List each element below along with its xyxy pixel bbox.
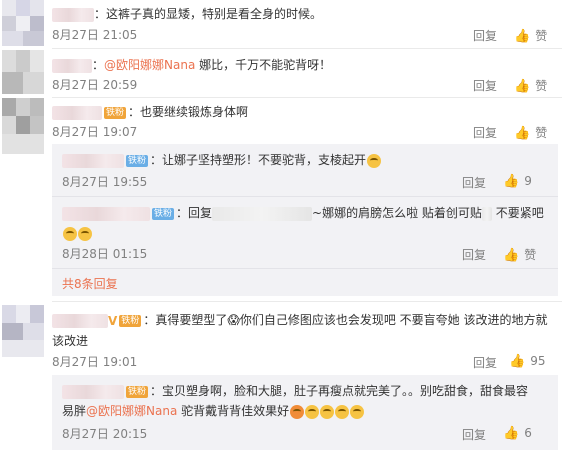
reply-button[interactable]: 回复 — [462, 426, 486, 443]
thumbs-up-icon: 👍 — [514, 126, 531, 141]
username-redacted[interactable] — [62, 384, 124, 399]
username-redacted[interactable] — [52, 105, 102, 120]
like-button[interactable]: 👍 赞 — [514, 124, 547, 141]
thumbs-up-icon: 👍 — [509, 354, 526, 369]
username-redacted[interactable] — [62, 206, 150, 221]
divider — [52, 301, 562, 302]
fan-badge[interactable]: 铁粉 — [104, 106, 127, 119]
smile-emoji-icon — [350, 404, 365, 419]
comment-text: V 铁粉 ：真得要塑型了😱你们自己修图应该也会发现吧 不要盲夸她 该改进的地方就 — [52, 311, 547, 330]
reply-text: 铁粉 ：让娜子坚持塑形！不要驼背，支棱起开 — [62, 151, 382, 169]
avatar[interactable] — [2, 0, 44, 46]
reply-button[interactable]: 回复 — [473, 354, 497, 371]
like-button[interactable]: 👍 赞 — [503, 246, 536, 263]
smile-emoji-icon — [305, 404, 320, 419]
thumbs-up-icon: 👍 — [503, 426, 520, 441]
comment-time: 8月27日 19:01 — [52, 355, 138, 369]
reply-thread: 铁粉 ：宝贝塑身啊，脸和大腿，肚子再瘦点就完美了。。别吃甜食，甜食最容 易胖@欧阳… — [52, 375, 558, 450]
comment-time: 8月27日 20:59 — [52, 78, 138, 92]
comment-time: 8月27日 21:05 — [52, 28, 138, 42]
divider — [52, 97, 562, 98]
reply-time: 8月28日 01:15 — [62, 247, 148, 261]
reply-text: 铁粉 ：回复 ~娜娜的肩膀怎么啦 贴着创可贴 不要紧吧 — [62, 204, 544, 222]
username-redacted[interactable] — [62, 153, 124, 168]
reply-button[interactable]: 回复 — [473, 27, 497, 44]
reply-text: 铁粉 ：宝贝塑身啊，脸和大腿，肚子再瘦点就完美了。。别吃甜食，甜食最容 — [62, 382, 528, 400]
like-button[interactable]: 👍 95 — [509, 354, 545, 369]
smile-emoji-icon — [367, 153, 382, 168]
reply-button[interactable]: 回复 — [462, 246, 486, 263]
fan-badge[interactable]: 铁粉 — [119, 314, 142, 327]
emoji-line — [62, 224, 92, 242]
laughing-emoji-icon — [290, 404, 305, 419]
smile-emoji-icon — [320, 404, 335, 419]
reply-button[interactable]: 回复 — [473, 77, 497, 94]
like-button[interactable]: 👍 赞 — [514, 27, 547, 44]
comment-text: ：这裤子真的显矮，特别是看全身的时候。 — [52, 5, 322, 23]
thumbs-up-icon: 👍 — [503, 174, 520, 189]
username-redacted[interactable] — [212, 206, 313, 221]
like-button[interactable]: 👍 9 — [503, 174, 532, 189]
reply-button[interactable]: 回复 — [462, 174, 486, 191]
fan-badge[interactable]: 铁粉 — [126, 385, 149, 398]
mention-link[interactable]: @欧阳娜娜Nana — [86, 404, 177, 418]
verified-v-icon: V — [108, 313, 118, 328]
smile-emoji-icon — [335, 404, 350, 419]
fan-badge[interactable]: 铁粉 — [126, 154, 149, 167]
username-redacted[interactable] — [52, 58, 92, 73]
reply-time: 8月27日 19:55 — [62, 175, 148, 189]
more-replies-link[interactable]: 共8条回复 — [62, 275, 118, 293]
comment-text-line2: 该改进 — [52, 334, 89, 348]
comment-text: ：@欧阳娜娜Nana 娜比，千万不能驼背呀！ — [52, 56, 331, 74]
reply-time: 8月27日 20:15 — [62, 427, 148, 441]
image-redacted — [481, 206, 492, 221]
avatar[interactable] — [2, 305, 44, 357]
like-button[interactable]: 👍 赞 — [514, 77, 547, 94]
reply-text-line2: 易胖@欧阳娜娜Nana 驼背戴背背佳效果好 — [62, 402, 365, 420]
thumbs-up-icon: 👍 — [514, 79, 531, 94]
thumbs-up-icon: 👍 — [503, 248, 520, 263]
username-redacted[interactable] — [52, 7, 94, 22]
reply-thread: 铁粉 ：让娜子坚持塑形！不要驼背，支棱起开 8月27日 19:55 回复 👍 9 铁… — [52, 144, 558, 296]
comment-time: 8月27日 19:07 — [52, 125, 138, 139]
like-button[interactable]: 👍 6 — [503, 426, 532, 441]
fan-badge[interactable]: 铁粉 — [152, 207, 175, 220]
crying-emoji-icon — [78, 226, 92, 241]
avatar[interactable] — [2, 98, 44, 154]
mention-link[interactable]: @欧阳娜娜Nana — [104, 58, 195, 72]
avatar[interactable] — [2, 50, 44, 94]
divider — [52, 48, 562, 49]
comment-text: 铁粉 ：也要继续锻炼身体啊 — [52, 103, 248, 121]
reply-button[interactable]: 回复 — [473, 124, 497, 141]
thumbs-up-icon: 👍 — [514, 29, 531, 44]
crying-emoji-icon — [63, 226, 77, 241]
username-redacted[interactable] — [52, 313, 108, 328]
